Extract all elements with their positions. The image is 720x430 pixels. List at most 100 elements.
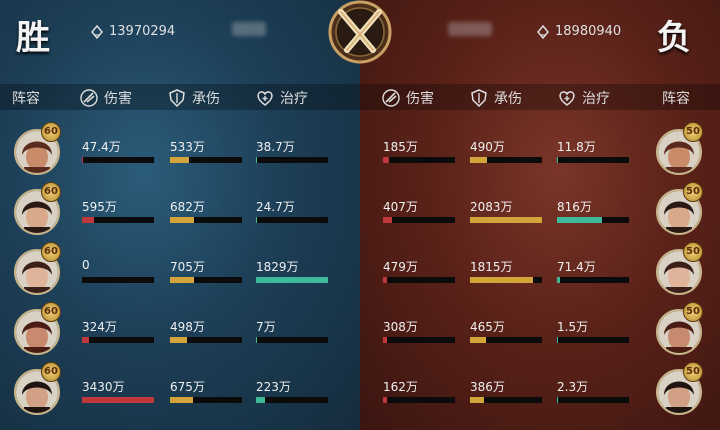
- left-taken-bar: [170, 157, 242, 163]
- left-damage-bar: [82, 337, 154, 343]
- right-heal-bar: [557, 277, 629, 283]
- right-taken-bar: [470, 157, 542, 163]
- right-heal-header: 治疗: [558, 88, 610, 108]
- left-level-badge: 60: [41, 362, 61, 382]
- left-heal-bar: [256, 397, 328, 403]
- right-player-name-blurred: [448, 22, 492, 36]
- right-damage-bar: [383, 217, 455, 223]
- right-taken-value: 1815万: [470, 260, 513, 274]
- left-damage-value: 3430万: [82, 380, 125, 394]
- left-heal-bar: [256, 157, 328, 163]
- heal-label: 治疗: [280, 91, 308, 107]
- right-heal-bar-fill: [557, 277, 560, 283]
- right-taken-bar-fill: [470, 157, 488, 163]
- left-damage-value: 47.4万: [82, 140, 121, 154]
- right-power-value: 18980940: [555, 24, 622, 39]
- power-icon: [537, 24, 549, 39]
- right-heal-value: 71.4万: [557, 260, 596, 274]
- heal-label: 治疗: [582, 91, 610, 107]
- right-taken-value: 2083万: [470, 200, 513, 214]
- left-taken-bar: [170, 337, 242, 343]
- left-heal-bar-fill: [256, 157, 258, 163]
- left-heal-value: 1829万: [256, 260, 299, 274]
- lineup-label: 阵容: [662, 91, 690, 107]
- right-taken-bar: [470, 217, 542, 223]
- right-taken-value: 490万: [470, 140, 505, 154]
- right-damage-value: 162万: [383, 380, 418, 394]
- left-level-badge: 60: [41, 122, 61, 142]
- left-taken-value: 675万: [170, 380, 205, 394]
- right-taken-bar-fill: [470, 397, 484, 403]
- shield-icon: [471, 89, 487, 107]
- lineup-label: 阵容: [12, 91, 40, 107]
- left-heal-value: 7万: [256, 320, 276, 334]
- right-damage-bar-fill: [383, 157, 390, 163]
- left-damage-value: 0: [82, 258, 90, 272]
- right-damage-bar-fill: [383, 217, 392, 223]
- damage-icon: [80, 89, 98, 107]
- win-label: 胜: [16, 18, 50, 58]
- right-taken-bar: [470, 337, 542, 343]
- left-taken-bar-fill: [170, 277, 195, 283]
- right-damage-bar-fill: [383, 397, 388, 403]
- left-damage-bar: [82, 397, 154, 403]
- right-damage-bar: [383, 397, 455, 403]
- left-heal-value: 223万: [256, 380, 291, 394]
- right-heal-bar: [557, 217, 629, 223]
- left-taken-bar: [170, 217, 242, 223]
- crossed-swords-emblem: [328, 0, 392, 64]
- right-heal-bar-fill: [557, 397, 559, 403]
- right-power: 18980940: [536, 24, 621, 39]
- left-damage-bar-fill: [82, 217, 95, 223]
- left-heal-bar: [256, 337, 328, 343]
- left-taken-bar: [170, 277, 242, 283]
- right-taken-bar: [470, 397, 542, 403]
- right-taken-value: 465万: [470, 320, 505, 334]
- right-taken-header: 承伤: [470, 88, 522, 108]
- right-level-badge: 50: [683, 302, 703, 322]
- left-damage-bar-fill: [82, 157, 83, 163]
- left-heal-header: 治疗: [256, 88, 308, 108]
- right-level-badge: 50: [683, 362, 703, 382]
- right-level-badge: 50: [683, 182, 703, 202]
- left-damage-bar-fill: [82, 397, 154, 403]
- right-heal-bar-fill: [557, 157, 558, 163]
- right-damage-bar: [383, 157, 455, 163]
- left-damage-bar: [82, 217, 154, 223]
- left-heal-bar: [256, 277, 328, 283]
- right-damage-header: 伤害: [382, 88, 434, 108]
- right-damage-bar: [383, 277, 455, 283]
- right-heal-bar: [557, 337, 629, 343]
- left-damage-value: 324万: [82, 320, 117, 334]
- right-heal-value: 1.5万: [557, 320, 589, 334]
- right-taken-bar-fill: [470, 217, 542, 223]
- right-heal-value: 11.8万: [557, 140, 596, 154]
- right-damage-value: 407万: [383, 200, 418, 214]
- right-damage-bar-fill: [383, 337, 388, 343]
- left-heal-bar-fill: [256, 217, 257, 223]
- damage-label: 伤害: [406, 91, 434, 107]
- left-level-badge: 60: [41, 302, 61, 322]
- shield-icon: [169, 89, 185, 107]
- heal-icon: [257, 91, 273, 106]
- lose-label: 负: [657, 18, 691, 58]
- left-taken-bar: [170, 397, 242, 403]
- left-taken-bar-fill: [170, 157, 189, 163]
- right-damage-bar: [383, 337, 455, 343]
- battle-result-screen: 胜 13970294 18980940 负 阵容 伤害 承伤 治疗 伤害 承伤 …: [0, 0, 720, 430]
- left-power: 13970294: [90, 24, 175, 39]
- right-level-badge: 50: [683, 122, 703, 142]
- left-heal-bar-fill: [256, 277, 328, 283]
- right-lineup-header: 阵容: [662, 88, 690, 108]
- left-taken-bar-fill: [170, 337, 188, 343]
- left-damage-bar: [82, 157, 154, 163]
- heal-icon: [559, 91, 575, 106]
- left-level-badge: 60: [41, 242, 61, 262]
- left-heal-bar: [256, 217, 328, 223]
- right-taken-value: 386万: [470, 380, 505, 394]
- right-heal-bar: [557, 397, 629, 403]
- left-taken-value: 498万: [170, 320, 205, 334]
- left-damage-bar: [82, 277, 154, 283]
- left-lineup-header: 阵容: [12, 88, 40, 108]
- right-taken-bar: [470, 277, 542, 283]
